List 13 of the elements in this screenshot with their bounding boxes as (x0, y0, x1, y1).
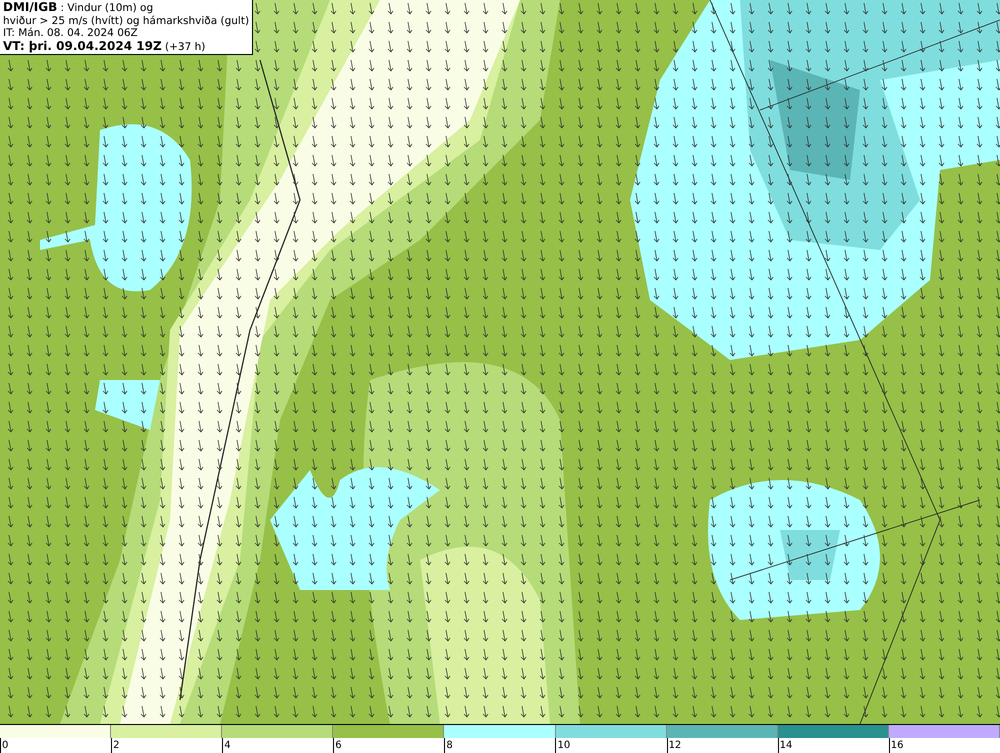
legend-tick-label: 16 (888, 738, 1000, 753)
info-line: DMI/IGB : Vindur (10m) og (3, 1, 154, 14)
info-line: hviður > 25 m/s (hvítt) og hámarkshviða (gult) (3, 14, 250, 27)
legend-tick-label: 6 (333, 738, 444, 753)
info-line: VT: þri. 09.04.2024 19Z (+37 h) (3, 40, 206, 53)
legend-tick-label: 14 (778, 738, 889, 753)
legend-tick-label: 10 (555, 738, 667, 753)
legend-tick-label: 2 (111, 738, 222, 753)
info-line: IT: Mán. 08. 04. 2024 06Z (3, 27, 139, 40)
legend-tick-label: 0 (0, 738, 112, 753)
legend-tick-label: 8 (444, 738, 556, 753)
legend-tick-label: 4 (222, 738, 334, 753)
legend-tick-label: 12 (666, 738, 778, 753)
